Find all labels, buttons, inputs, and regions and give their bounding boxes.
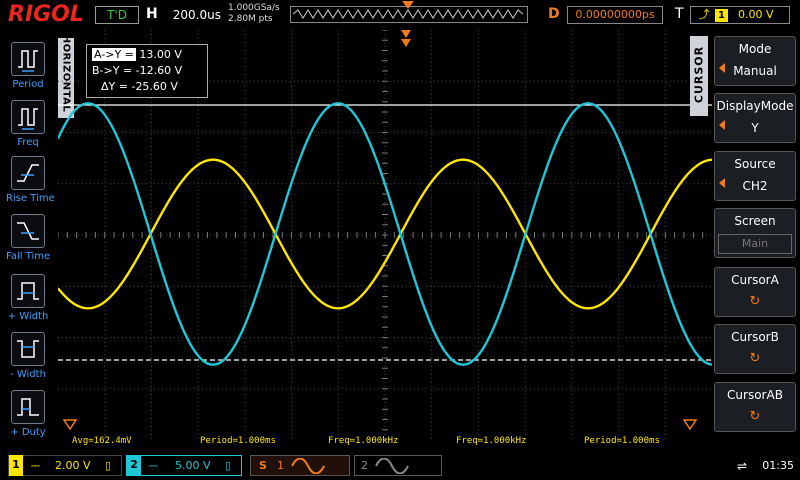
- period-icon: [11, 42, 45, 76]
- negative-width-label: - Width: [10, 369, 46, 380]
- cursor-mode-button[interactable]: Mode Manual: [714, 36, 796, 86]
- sample-rate: 1.000GSa/s: [228, 3, 280, 13]
- right-scroll-marker-icon: [682, 419, 698, 431]
- ch2-number: 2: [127, 455, 141, 476]
- source1-number: 1: [277, 459, 284, 472]
- cursor-delta-value: -25.60 V: [131, 80, 178, 93]
- measure-frequency-button[interactable]: Freq: [6, 100, 50, 148]
- trigger-level: 0.00 V: [737, 8, 774, 21]
- positive-duty-icon: [11, 390, 45, 424]
- fall-time-icon: [11, 214, 45, 248]
- positive-width-label: + Width: [7, 311, 49, 322]
- measurement-period-ch2: Period=1.000ms: [584, 436, 660, 446]
- left-scroll-marker-icon: [62, 419, 78, 431]
- timebase-value[interactable]: 200.0us: [161, 8, 221, 22]
- ch2-settings[interactable]: 2 ⎓ 5.00 V ▯: [126, 455, 242, 476]
- source2-settings[interactable]: 2: [354, 455, 442, 476]
- rotary-knob-icon: ↻: [749, 409, 761, 424]
- cursor-tab-label: CURSOR: [692, 45, 706, 104]
- cursor-b-label: B->Y =: [92, 64, 133, 77]
- acquisition-info: 1.000GSa/s 2.80M pts: [228, 3, 280, 25]
- positive-width-icon: [11, 274, 45, 308]
- display-mode-value: Y: [751, 121, 759, 135]
- horizontal-label: H: [146, 6, 158, 22]
- fall-time-label: Fall Time: [6, 251, 51, 262]
- cursor-a-value: 13.00 V: [139, 48, 182, 61]
- clock-time: 01:35: [762, 459, 794, 472]
- trigger-label: T: [675, 6, 684, 22]
- cursor-source-button[interactable]: Source CH2: [714, 151, 796, 201]
- source1-settings[interactable]: S 1: [250, 455, 350, 476]
- ch1-bandwidth-icon: ▯: [105, 459, 112, 472]
- cursor-ab-title: CursorAB: [727, 388, 783, 402]
- ch2-scale: 5.00 V: [175, 459, 211, 472]
- rise-time-label: Rise Time: [6, 193, 55, 204]
- rotary-knob-icon: ↻: [749, 351, 761, 366]
- sine-wave-icon: [291, 458, 325, 474]
- ch1-settings[interactable]: 1 ⎓ 2.00 V ▯: [8, 455, 122, 476]
- positive-duty-label: + Duty: [10, 427, 46, 438]
- cursor-menu-tab[interactable]: CURSOR: [690, 36, 708, 116]
- negative-width-icon: [11, 332, 45, 366]
- delay-label: D: [548, 6, 560, 22]
- screen-value: Main: [718, 234, 792, 254]
- run-status-indicator[interactable]: T'D: [95, 6, 139, 24]
- cursor-b-value: -12.60 V: [135, 64, 183, 77]
- cursor-ab-button[interactable]: CursorAB ↻: [714, 382, 796, 432]
- frequency-label: Freq: [17, 137, 39, 148]
- measure-positive-width-button[interactable]: + Width: [6, 274, 50, 322]
- measurement-average: Avg=162.4mV: [72, 436, 132, 446]
- trigger-source: 1: [715, 9, 728, 22]
- cursor-mode-value: Manual: [733, 64, 777, 78]
- memory-depth: 2.80M pts: [228, 14, 273, 24]
- screen-title: Screen: [734, 214, 776, 228]
- rotary-knob-icon: ↻: [749, 294, 761, 309]
- ch1-number: 1: [9, 455, 23, 476]
- measurement-period-ch1: Period=1.000ms: [200, 436, 276, 446]
- dc-coupling-icon: ⎓: [31, 459, 40, 472]
- display-mode-title: DisplayMode: [716, 99, 794, 113]
- measure-negative-width-button[interactable]: - Width: [6, 332, 50, 380]
- trigger-position-icon: [401, 30, 411, 38]
- cursor-delta-label: ΔY =: [101, 80, 128, 93]
- delay-value[interactable]: 0.00000000ps: [567, 6, 663, 24]
- measure-rise-time-button[interactable]: Rise Time: [6, 156, 55, 204]
- frequency-icon: [11, 100, 45, 134]
- measurement-frequency-ch2: Freq=1.000kHz: [456, 436, 527, 446]
- rise-time-icon: [11, 156, 45, 190]
- measurement-bar: Avg=162.4mV Period=1.000ms Freq=1.000kHz…: [58, 436, 712, 449]
- cursor-a-label: A->Y =: [92, 48, 136, 61]
- source-label: S: [259, 459, 267, 472]
- sine-wave-icon: [375, 458, 409, 474]
- period-label: Period: [12, 79, 44, 90]
- ch1-scale: 2.00 V: [55, 459, 91, 472]
- trigger-position-marker-icon: [402, 1, 414, 9]
- source-value: CH2: [742, 179, 768, 193]
- memory-position-strip[interactable]: [290, 1, 528, 23]
- cursor-readout-box: A->Y = 13.00 V B->Y = -12.60 V ΔY = -25.…: [86, 44, 208, 98]
- cursor-display-mode-button[interactable]: DisplayMode Y: [714, 93, 796, 143]
- trigger-settings[interactable]: ⤴ 1 0.00 V: [690, 6, 790, 24]
- measurement-frequency-ch1: Freq=1.000kHz: [328, 436, 399, 446]
- measure-period-button[interactable]: Period: [6, 42, 50, 90]
- usb-icon: ⇌: [737, 459, 748, 473]
- trigger-position-icon-lower: [401, 39, 411, 47]
- cursor-mode-title: Mode: [738, 42, 772, 56]
- channel-status-bar: 1 ⎓ 2.00 V ▯ 2 ⎓ 5.00 V ▯ S 1 2 ⇌ 01:35: [0, 453, 800, 480]
- cursor-screen-button[interactable]: Screen Main: [714, 208, 796, 258]
- measure-positive-duty-button[interactable]: + Duty: [6, 390, 50, 438]
- dc-coupling-icon: ⎓: [149, 459, 158, 472]
- ch2-bandwidth-icon: ▯: [225, 459, 232, 472]
- cursor-b-title: CursorB: [731, 330, 779, 344]
- source-title: Source: [734, 157, 776, 171]
- cursor-a-button[interactable]: CursorA ↻: [714, 267, 796, 317]
- cursor-a-title: CursorA: [731, 273, 779, 287]
- cursor-b-button[interactable]: CursorB ↻: [714, 324, 796, 374]
- rigol-logo: RIGOL: [8, 2, 84, 27]
- rising-edge-icon: ⤴: [698, 8, 710, 21]
- source2-number: 2: [361, 459, 368, 472]
- measure-fall-time-button[interactable]: Fall Time: [6, 214, 50, 262]
